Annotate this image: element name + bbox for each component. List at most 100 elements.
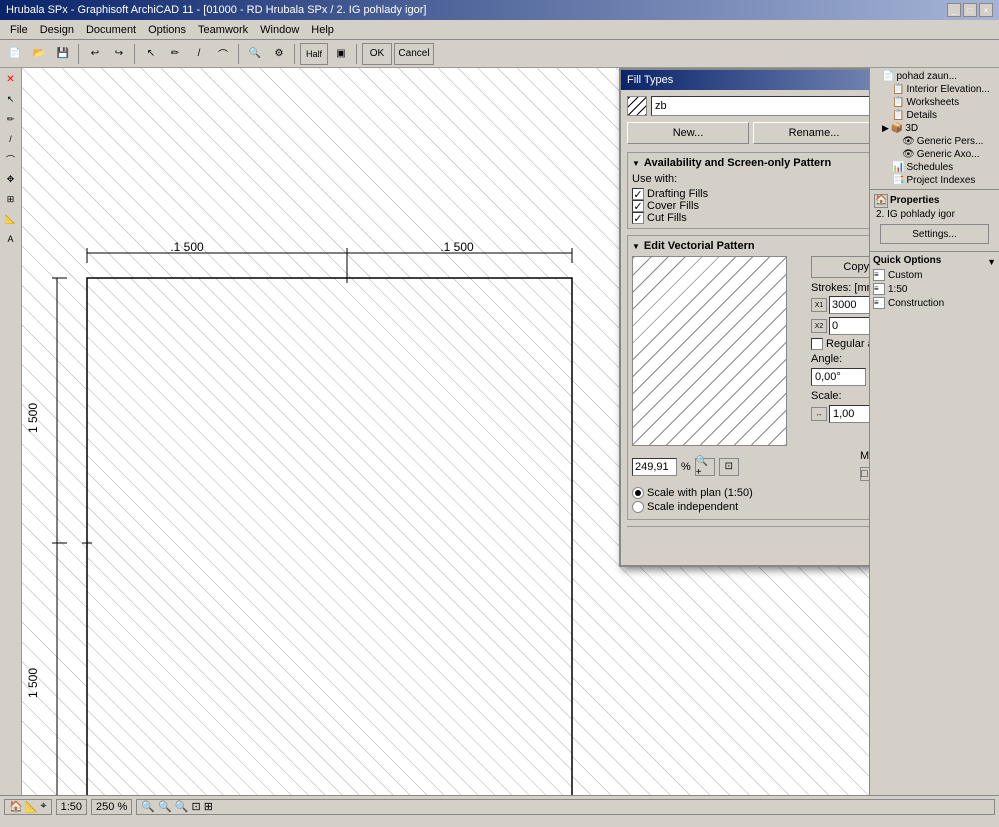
toolbar-arc[interactable]: ⌒ — [212, 43, 234, 65]
toolbar-new[interactable]: 📄 — [4, 43, 26, 65]
zoom-row: % 🔍+ ⊡ Motif size: [mm] □ ▭ — [632, 450, 869, 483]
toolbar-ok[interactable]: OK — [362, 43, 392, 65]
toolbar-redo[interactable]: ↪ — [108, 43, 130, 65]
menu-file[interactable]: File — [4, 22, 34, 38]
tree-item-details[interactable]: 📋 Details — [872, 109, 997, 122]
stroke-x2-input[interactable] — [829, 317, 869, 335]
radio-scale-plan-btn[interactable] — [632, 487, 644, 499]
toolbar-pencil[interactable]: ✏ — [164, 43, 186, 65]
stroke-x1-input[interactable] — [829, 296, 869, 314]
properties-title: Properties — [890, 195, 939, 206]
left-tool-measure[interactable]: 📐 — [2, 210, 20, 228]
menu-options[interactable]: Options — [142, 22, 192, 38]
sep2 — [134, 44, 136, 64]
cover-checkbox[interactable]: ✓ — [632, 200, 644, 212]
left-tool-select[interactable]: ↖ — [2, 90, 20, 108]
regular-arr-label: Regular arrangement — [826, 338, 869, 350]
zoom-in-btn[interactable]: 🔍+ — [695, 458, 715, 476]
zoom-value: 250 % — [96, 801, 127, 813]
vectorial-header: ▼ Edit Vectorial Pattern — [632, 240, 869, 252]
vectorial-title: Edit Vectorial Pattern — [644, 240, 755, 252]
tree-icon-generic-axo: 👁 — [902, 149, 915, 160]
left-tool-extra[interactable]: ⊞ — [2, 190, 20, 208]
menu-teamwork[interactable]: Teamwork — [192, 22, 254, 38]
tree-item-schedules[interactable]: 📊 Schedules — [872, 161, 997, 174]
angle-input[interactable] — [811, 368, 866, 386]
radio-scale-independent-btn[interactable] — [632, 501, 644, 513]
close-btn[interactable]: × — [979, 3, 993, 17]
custom-label: Custom — [888, 270, 922, 281]
regular-arr-checkbox[interactable] — [811, 338, 823, 350]
tree-item-interior[interactable]: 📋 Interior Elevation... — [872, 83, 997, 96]
toolbar-pointer[interactable]: ↖ — [140, 43, 162, 65]
menu-help[interactable]: Help — [305, 22, 340, 38]
left-tool-move[interactable]: ✥ — [2, 170, 20, 188]
toolbar-cancel[interactable]: Cancel — [394, 43, 434, 65]
toolbar-line[interactable]: / — [188, 43, 210, 65]
main-layout: ✕ ↖ ✏ / ⌒ ✥ ⊞ 📐 A — [0, 68, 999, 795]
title-text: Hrubala SPx - Graphisoft ArchiCAD 11 - [… — [6, 4, 426, 16]
tree-item-generic-axo[interactable]: 👁 Generic Axo... — [872, 148, 997, 161]
toolbar-settings[interactable]: ⚙ — [268, 43, 290, 65]
tree-arrow-3d: ▶ — [882, 123, 889, 134]
toolbar-extra1[interactable]: Half — [300, 43, 328, 65]
fill-type-icon — [627, 96, 647, 116]
toolbar-undo[interactable]: ↩ — [84, 43, 106, 65]
quick-opt-construction[interactable]: ≡ Construction — [873, 296, 996, 310]
rename-button[interactable]: Rename... — [753, 122, 869, 144]
maximize-btn[interactable]: □ — [963, 3, 977, 17]
quick-options-header: Quick Options ▼ — [873, 255, 996, 268]
zoom-fit-btn[interactable]: ⊡ — [719, 458, 739, 476]
fill-name-input[interactable] — [651, 96, 869, 116]
menu-window[interactable]: Window — [254, 22, 305, 38]
toolbar-save[interactable]: 💾 — [52, 43, 74, 65]
left-toolbar: ✕ ↖ ✏ / ⌒ ✥ ⊞ 📐 A — [0, 68, 22, 795]
toolbar-zoom-in[interactable]: 🔍 — [244, 43, 266, 65]
tree-item-project-indexes[interactable]: 📑 Project Indexes — [872, 174, 997, 187]
left-tool-edit[interactable]: ✏ — [2, 110, 20, 128]
quick-opt-scale[interactable]: ≡ 1:50 — [873, 282, 996, 296]
zoom-input[interactable] — [632, 458, 677, 476]
quick-options-panel: Quick Options ▼ ≡ Custom ≡ 1:50 ≡ Constr… — [870, 251, 999, 313]
tree-item-worksheets[interactable]: 📋 Worksheets — [872, 96, 997, 109]
tree-item-generic-pers[interactable]: 👁 Generic Pers... — [872, 135, 997, 148]
x2-icon: X2 — [811, 319, 827, 333]
dialog-content: New... Rename... Delete ▼ Availability a… — [621, 90, 869, 565]
toolbar-extra2[interactable]: ▣ — [330, 43, 352, 65]
motif-size-label: Motif size: [mm] — [860, 450, 869, 462]
availability-header: ▼ Availability and Screen-only Pattern — [632, 157, 869, 169]
avail-triangle-icon: ▼ — [632, 159, 640, 168]
pattern-edit-area — [632, 256, 787, 446]
stroke-x2-row: X2 Y2 — [811, 317, 869, 335]
properties-icon: 🏠 — [874, 194, 888, 208]
scale-icon: ≡ — [873, 283, 885, 295]
quick-options-expand-icon[interactable]: ▼ — [987, 257, 996, 267]
scale-x-input[interactable] — [829, 405, 869, 423]
new-button[interactable]: New... — [627, 122, 749, 144]
tree-icon-pohad: 📄 — [882, 71, 894, 82]
tree-item-pohad[interactable]: 📄 pohad zaun... — [872, 70, 997, 83]
left-tool-label[interactable]: A — [2, 230, 20, 248]
left-tool-close[interactable]: ✕ — [2, 70, 20, 88]
percent-label: % — [681, 461, 691, 473]
strokes-label: Strokes: [mm] — [811, 282, 869, 294]
toolbar-open[interactable]: 📂 — [28, 43, 50, 65]
left-tool-arc[interactable]: ⌒ — [2, 150, 20, 168]
properties-item: 2. IG pohlady igor — [874, 208, 995, 221]
settings-button[interactable]: Settings... — [880, 224, 989, 244]
angle-label: Angle: — [811, 353, 842, 365]
fill-name-row — [627, 96, 869, 116]
quick-opt-custom[interactable]: ≡ Custom — [873, 268, 996, 282]
left-tool-line[interactable]: / — [2, 130, 20, 148]
menu-document[interactable]: Document — [80, 22, 142, 38]
copy-button[interactable]: Copy — [811, 256, 869, 278]
copy-paste-row: Copy Paste — [811, 256, 869, 278]
checkbox-cover: ✓ Cover Fills — [632, 200, 708, 212]
svg-text:.1 500: .1 500 — [440, 240, 474, 254]
drafting-checkbox[interactable]: ✓ — [632, 188, 644, 200]
minimize-btn[interactable]: _ — [947, 3, 961, 17]
dialog-title-bar[interactable]: Fill Types ? × — [621, 70, 869, 90]
menu-design[interactable]: Design — [34, 22, 80, 38]
tree-item-3d[interactable]: ▶ 📦 3D — [872, 122, 997, 135]
cut-checkbox[interactable]: ✓ — [632, 212, 644, 224]
